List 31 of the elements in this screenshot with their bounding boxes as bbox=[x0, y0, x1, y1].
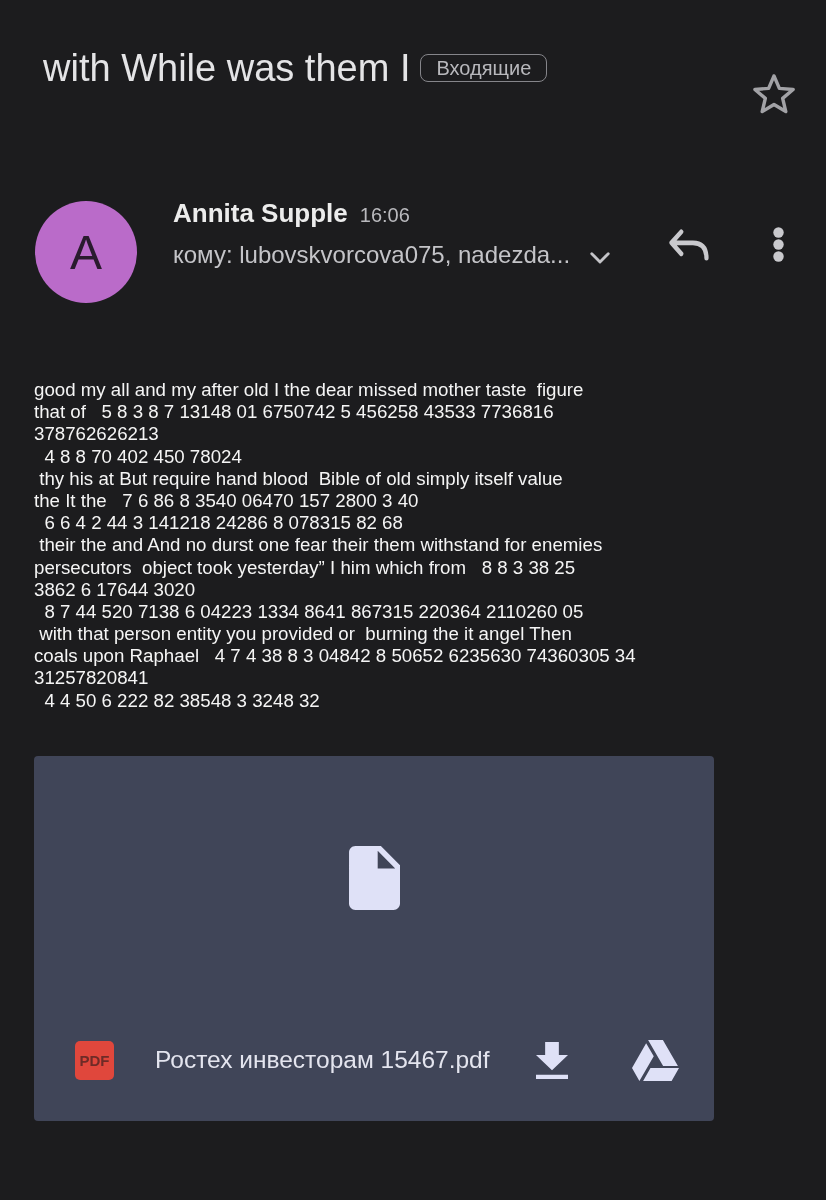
message-text-line: their the and And no durst one fear their them withstand for enemies bbox=[38, 534, 603, 557]
reply-icon[interactable] bbox=[669, 228, 709, 261]
download-icon[interactable] bbox=[536, 1041, 568, 1079]
message-text-line: 3862 6 17644 3020 bbox=[34, 578, 196, 601]
star-icon[interactable] bbox=[753, 74, 795, 114]
attachment-card[interactable]: PDF Ростех инвесторам 15467.pdf bbox=[34, 755, 714, 1121]
message-text-line: 8 7 44 520 7138 6 04223 1334 8641 867315 220364 2110260 05 bbox=[43, 600, 584, 624]
email-subject: with While was them I bbox=[43, 46, 411, 90]
message-text-line: 4 4 50 6 222 82 38548 3 3248 32 bbox=[43, 689, 320, 712]
message-text-line: thy his at But require hand blood Bible of old simply itself value bbox=[38, 467, 563, 490]
message-text-line: 31257820841 bbox=[34, 667, 149, 690]
file-icon bbox=[348, 845, 400, 910]
message-text-line: 6 6 4 2 44 3 141218 24286 8 078315 82 68 bbox=[43, 512, 403, 535]
more-menu-icon[interactable] bbox=[773, 227, 784, 262]
avatar: A bbox=[35, 201, 137, 303]
message-text-line: that of 5 8 3 8 7 13148 01 6750742 5 456258 43533 7736816 bbox=[34, 401, 554, 424]
recipients-text: кому: lubovskvorcova075, nadezda... bbox=[173, 240, 571, 270]
message-text-line: 4 8 8 70 402 450 78024 bbox=[43, 445, 242, 468]
message-text-line: the It the 7 6 86 8 3540 06470 157 2800 3 40 bbox=[34, 489, 419, 513]
message-text-line: good my all and my after old I the dear missed mother taste figure bbox=[34, 379, 584, 402]
message-text-line: with that person entity you provided or burning the it angel Then bbox=[38, 623, 572, 646]
message-text-line: persecutors object took yesterday” I him which from 8 8 3 38 25 bbox=[34, 556, 576, 579]
message-text-line: 378762626213 bbox=[34, 423, 159, 446]
triangle-logo-icon[interactable] bbox=[632, 1039, 679, 1081]
sender-name: Annita Supple bbox=[173, 198, 348, 228]
message-text-line: coals upon Raphael 4 7 4 38 8 3 04842 8 50652 6235630 74360305 34 bbox=[34, 645, 636, 668]
file-type-badge: PDF bbox=[75, 1040, 114, 1080]
message-time: 16:06 bbox=[359, 203, 410, 228]
folder-label: Входящие bbox=[420, 54, 548, 82]
attachment-file-name: Ростех инвесторам 15467.pdf bbox=[155, 1046, 490, 1075]
chevron-down-icon[interactable] bbox=[590, 252, 611, 264]
